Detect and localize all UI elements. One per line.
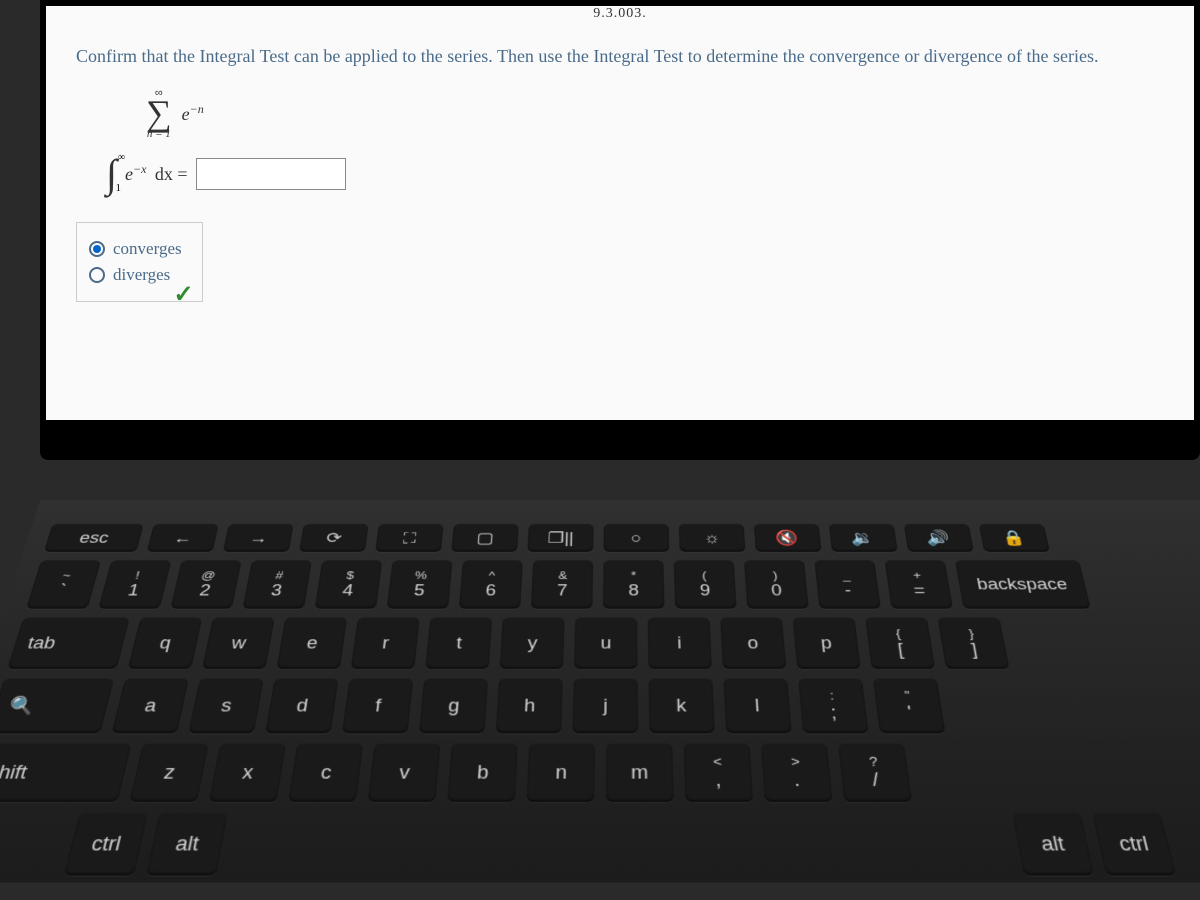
- key-h[interactable]: h: [496, 679, 563, 734]
- assignment-id-fragment: 9.3.003.: [593, 6, 647, 22]
- key-[interactable]: 🔊: [904, 524, 974, 552]
- key-[interactable]: >.: [761, 743, 833, 802]
- radio-diverges[interactable]: diverges: [89, 265, 182, 285]
- key-alt[interactable]: alt: [146, 813, 228, 876]
- key-3[interactable]: #3: [242, 560, 312, 608]
- key-tab[interactable]: tab: [7, 618, 130, 669]
- keyboard-function-row: esc←→⟳⛶▢ ❐|| ○ ☼ 🔇🔉🔊🔒: [44, 524, 1196, 552]
- integral-lower-bound: 1: [115, 182, 121, 194]
- screen-content: 9.3.003. Confirm that the Integral Test …: [46, 6, 1194, 420]
- key-[interactable]: ?/: [838, 743, 912, 802]
- question-text: Confirm that the Integral Test can be ap…: [76, 46, 1164, 67]
- key-[interactable]: }]: [938, 618, 1010, 669]
- key-[interactable]: +=: [885, 560, 953, 608]
- key-r[interactable]: r: [351, 618, 420, 669]
- key-[interactable]: ○: [604, 524, 670, 552]
- convergence-choice-group: converges diverges ✓: [76, 222, 203, 302]
- key-j[interactable]: j: [573, 679, 639, 734]
- radio-converges-label: converges: [113, 239, 182, 259]
- key-d[interactable]: d: [265, 679, 338, 734]
- keyboard-qwerty-row: tabqwertyuiop{[}]: [7, 618, 1200, 669]
- key-x[interactable]: x: [209, 743, 286, 802]
- key-c[interactable]: c: [288, 743, 363, 802]
- series-term: e−n: [182, 102, 204, 125]
- key-0[interactable]: )0: [744, 560, 809, 608]
- radio-diverges-button[interactable]: [89, 267, 105, 283]
- physical-keyboard: esc←→⟳⛶▢❐||○☼🔇🔉🔊🔒 ~`!1@2#3$4%5^6&7*8(9)0…: [0, 500, 1200, 882]
- key-[interactable]: 🔇: [754, 524, 822, 552]
- key-[interactable]: 🔍: [0, 679, 114, 734]
- key-t[interactable]: t: [425, 618, 492, 669]
- key-[interactable]: ☼: [679, 524, 746, 552]
- sigma-symbol: ∞ ∑ n = 1: [146, 87, 172, 140]
- key-[interactable]: ⛶: [375, 524, 444, 552]
- key-a[interactable]: a: [111, 679, 189, 734]
- key-[interactable]: 🔉: [829, 524, 898, 552]
- key-[interactable]: ❐||: [527, 524, 593, 552]
- key-5[interactable]: %5: [387, 560, 453, 608]
- keyboard-asdf-row: 🔍asdfghjkl:;"': [0, 679, 1200, 734]
- key-9[interactable]: (9: [674, 560, 737, 608]
- key-[interactable]: "': [873, 679, 946, 734]
- key-m[interactable]: m: [606, 743, 674, 802]
- key-ctrl[interactable]: ctrl: [64, 813, 148, 876]
- key-i[interactable]: i: [648, 618, 712, 669]
- sigma-lower-bound: n = 1: [147, 128, 171, 140]
- key-1[interactable]: !1: [98, 560, 171, 608]
- keyboard-zxcv-row: shiftzxcvbnm<,>.?/: [0, 743, 1200, 802]
- key-p[interactable]: p: [793, 618, 861, 669]
- key-k[interactable]: k: [649, 679, 715, 734]
- key-[interactable]: ~`: [26, 560, 101, 608]
- key-[interactable]: _-: [814, 560, 881, 608]
- key-shift[interactable]: shift: [0, 743, 132, 802]
- key-[interactable]: ▢: [451, 524, 518, 552]
- key-s[interactable]: s: [188, 679, 263, 734]
- key-8[interactable]: *8: [603, 560, 665, 608]
- radio-converges[interactable]: converges: [89, 239, 182, 259]
- radio-diverges-label: diverges: [113, 265, 170, 285]
- key-e[interactable]: e: [276, 618, 347, 669]
- integral-symbol: ∞ ∫ 1: [106, 156, 117, 192]
- key-2[interactable]: @2: [170, 560, 241, 608]
- key-[interactable]: {[: [865, 618, 935, 669]
- key-6[interactable]: ^6: [459, 560, 523, 608]
- key-f[interactable]: f: [342, 679, 413, 734]
- key-[interactable]: 🔒: [979, 524, 1050, 552]
- keyboard-number-row: ~`!1@2#3$4%5^6&7*8(9)0_-+=backspace: [26, 560, 1200, 608]
- key-w[interactable]: w: [202, 618, 275, 669]
- key-esc[interactable]: esc: [44, 524, 144, 552]
- keyboard-bottom-row: ctrlaltaltctrl: [0, 813, 1200, 876]
- key-y[interactable]: y: [500, 618, 565, 669]
- key-[interactable]: ⟳: [299, 524, 369, 552]
- key-n[interactable]: n: [527, 743, 595, 802]
- key-u[interactable]: u: [574, 618, 637, 669]
- integral-value-input[interactable]: [196, 158, 346, 190]
- integral-expression-row: ∞ ∫ 1 e−x dx =: [106, 156, 1164, 192]
- key-q[interactable]: q: [128, 618, 203, 669]
- laptop-screen-frame: 9.3.003. Confirm that the Integral Test …: [40, 0, 1200, 460]
- key-o[interactable]: o: [720, 618, 786, 669]
- key-[interactable]: :;: [798, 679, 869, 734]
- correct-checkmark-icon: ✓: [174, 280, 194, 309]
- key-backspace[interactable]: backspace: [955, 560, 1091, 608]
- key-alt[interactable]: alt: [1012, 813, 1094, 876]
- key-[interactable]: →: [223, 524, 294, 552]
- integral-upper-bound: ∞: [118, 152, 125, 163]
- key-ctrl[interactable]: ctrl: [1092, 813, 1176, 876]
- key-7[interactable]: &7: [531, 560, 593, 608]
- key-z[interactable]: z: [129, 743, 209, 802]
- key-4[interactable]: $4: [315, 560, 383, 608]
- radio-converges-button[interactable]: [89, 241, 105, 257]
- key-[interactable]: ←: [147, 524, 219, 552]
- key-l[interactable]: l: [723, 679, 791, 734]
- key-v[interactable]: v: [368, 743, 441, 802]
- key-[interactable]: <,: [684, 743, 754, 802]
- key-b[interactable]: b: [447, 743, 518, 802]
- key-g[interactable]: g: [419, 679, 488, 734]
- series-expression: ∞ ∑ n = 1 e−n: [146, 87, 1164, 140]
- integrand: e−x dx =: [125, 162, 188, 185]
